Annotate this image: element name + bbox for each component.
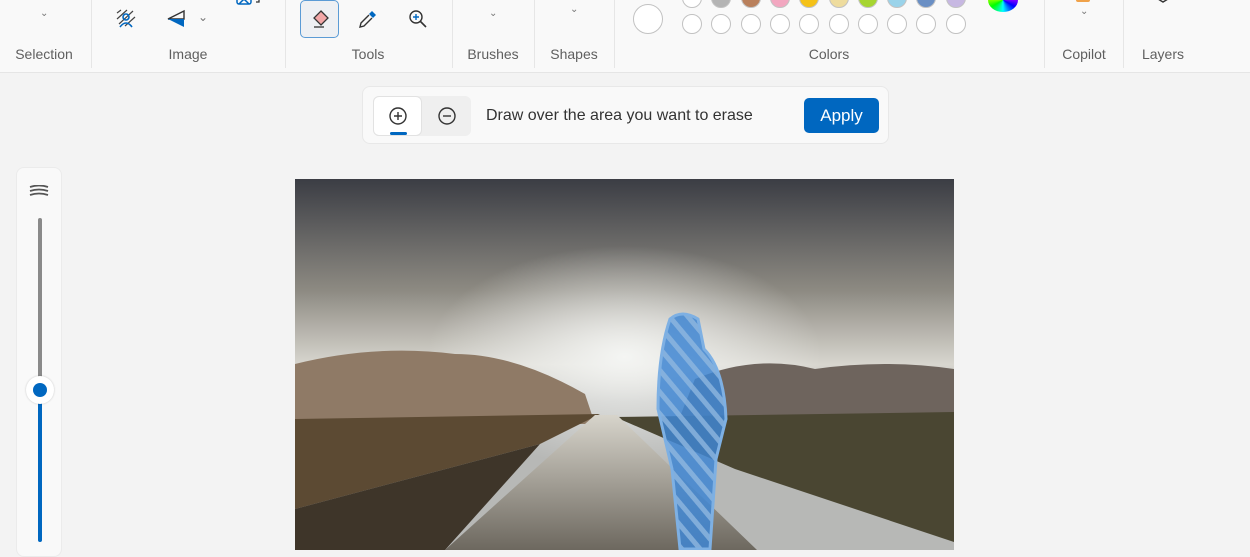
eraser-tool-button[interactable]	[300, 0, 339, 38]
group-label-colors: Colors	[808, 46, 850, 62]
color-swatch[interactable]	[682, 0, 702, 8]
subtract-area-button[interactable]	[422, 96, 471, 136]
custom-color-slot[interactable]	[945, 14, 966, 34]
divider	[534, 0, 535, 68]
brush-size-icon	[29, 184, 49, 200]
eraser-icon	[312, 10, 329, 28]
ribbon: ⌄ Selection ⌄ Image Tools ⌄ Brushes ⌄ Sh…	[0, 0, 1250, 73]
shapes-chevron-down-icon[interactable]: ⌄	[570, 4, 578, 15]
magnifier-tool-button[interactable]	[406, 8, 430, 30]
custom-color-slot[interactable]	[857, 14, 878, 34]
active-indicator	[390, 132, 407, 135]
edit-colors-button[interactable]	[988, 0, 1018, 12]
erase-toolbar: Draw over the area you want to erase App…	[362, 86, 889, 144]
image-canvas[interactable]	[295, 179, 954, 551]
custom-color-slot[interactable]	[682, 14, 702, 34]
group-label-brushes: Brushes	[467, 46, 519, 62]
group-label-shapes: Shapes	[550, 46, 598, 62]
color-swatch[interactable]	[769, 0, 790, 8]
slider-fill[interactable]	[38, 389, 42, 542]
erase-mode-toggle	[373, 96, 471, 136]
resize-image-icon[interactable]	[235, 0, 265, 10]
group-label-copilot: Copilot	[1062, 46, 1106, 62]
custom-color-slot[interactable]	[916, 14, 937, 34]
zoom-in-icon	[409, 10, 427, 28]
photo-road-walker	[295, 179, 954, 551]
brush-size-slider-thumb[interactable]	[26, 375, 54, 404]
divider	[91, 0, 92, 68]
color-swatch[interactable]	[857, 0, 878, 8]
color-swatch[interactable]	[945, 0, 966, 8]
copilot-icon[interactable]	[1076, 0, 1090, 2]
divider	[1123, 0, 1124, 68]
group-label-tools: Tools	[351, 46, 385, 62]
group-label-selection: Selection	[15, 46, 73, 62]
primary-color-swatch[interactable]	[633, 4, 663, 34]
brush-size-panel	[16, 167, 62, 557]
custom-color-slot[interactable]	[887, 14, 908, 34]
slider-track[interactable]	[38, 218, 42, 390]
background-removal-icon[interactable]	[114, 8, 138, 30]
custom-color-slot[interactable]	[711, 14, 732, 34]
color-swatch[interactable]	[799, 0, 820, 8]
add-area-button[interactable]	[373, 96, 422, 136]
minus-circle-icon	[437, 107, 456, 125]
color-picker-tool-button[interactable]	[356, 8, 380, 30]
group-label-layers: Layers	[1141, 46, 1185, 62]
color-swatch[interactable]	[916, 0, 937, 8]
divider	[452, 0, 453, 68]
plus-circle-icon	[388, 107, 407, 125]
copilot-chevron-down-icon[interactable]: ⌄	[1080, 6, 1088, 17]
selection-chevron-down-icon[interactable]: ⌄	[40, 8, 48, 19]
eyedropper-icon	[359, 11, 376, 28]
divider	[285, 0, 286, 68]
custom-color-slot[interactable]	[740, 14, 761, 34]
apply-button[interactable]: Apply	[804, 98, 879, 133]
color-swatch[interactable]	[740, 0, 761, 8]
flip-chevron-down-icon[interactable]: ⌄	[198, 10, 208, 24]
color-swatch[interactable]	[828, 0, 849, 8]
custom-color-slot[interactable]	[828, 14, 849, 34]
brushes-chevron-down-icon[interactable]: ⌄	[489, 8, 497, 19]
custom-color-slot[interactable]	[799, 14, 820, 34]
color-swatch[interactable]	[887, 0, 908, 8]
color-swatch[interactable]	[711, 0, 732, 8]
group-label-image: Image	[168, 46, 208, 62]
divider	[614, 0, 615, 68]
divider	[1044, 0, 1045, 68]
erase-hint: Draw over the area you want to erase	[486, 107, 753, 124]
layers-icon[interactable]	[1150, 0, 1176, 8]
flip-icon[interactable]	[164, 8, 188, 30]
custom-color-slot[interactable]	[769, 14, 790, 34]
